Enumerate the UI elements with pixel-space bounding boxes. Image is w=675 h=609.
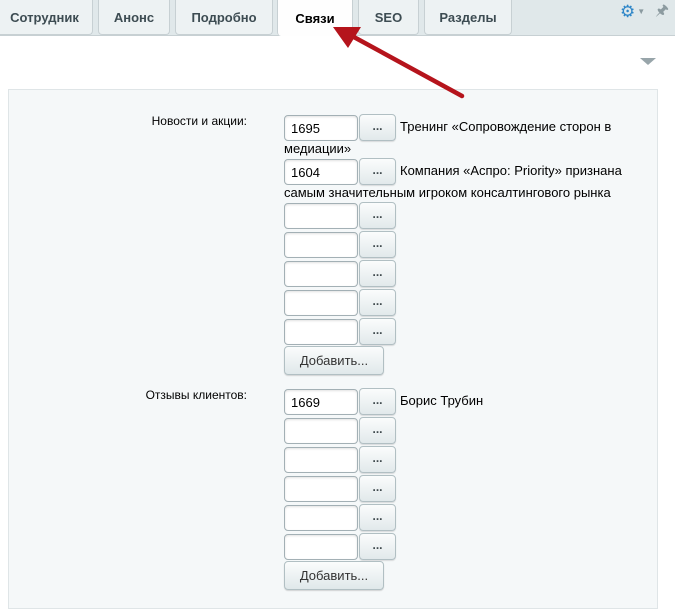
reviews-add-button[interactable]: Добавить... xyxy=(284,561,384,590)
news-add-button[interactable]: Добавить... xyxy=(284,346,384,375)
reviews-linked-title-1: Борис Трубин xyxy=(400,393,484,408)
reviews-browse-button-1[interactable]: ... xyxy=(359,388,396,415)
links-form-panel: Новости и акции: ... Тренинг «Сопровожде… xyxy=(8,89,658,609)
news-id-input-4[interactable] xyxy=(284,232,358,258)
news-browse-button-5[interactable]: ... xyxy=(359,260,396,287)
reviews-browse-button-6[interactable]: ... xyxy=(359,533,396,560)
news-field-label: Новости и акции: xyxy=(151,114,247,128)
news-browse-button-7[interactable]: ... xyxy=(359,318,396,345)
pin-icon[interactable]: 🖈 xyxy=(655,0,669,25)
reviews-id-input-2[interactable] xyxy=(284,418,358,444)
chevron-down-icon: ▼ xyxy=(637,7,646,16)
news-id-input-7[interactable] xyxy=(284,319,358,345)
tab-details[interactable]: Подробно xyxy=(175,0,273,35)
news-id-input-3[interactable] xyxy=(284,203,358,229)
news-linked-title-1: Тренинг «Сопровождение сторон в медиации… xyxy=(284,119,612,156)
news-id-input-6[interactable] xyxy=(284,290,358,316)
news-browse-button-4[interactable]: ... xyxy=(359,231,396,258)
news-id-input-5[interactable] xyxy=(284,261,358,287)
tab-bar: Сотрудник Анонс Подробно Связи SEO Разде… xyxy=(0,0,675,36)
news-linked-title-2: Компания «Аспро: Priority» признана самы… xyxy=(284,163,622,200)
tab-sections[interactable]: Разделы xyxy=(424,0,512,35)
tab-seo[interactable]: SEO xyxy=(358,0,419,35)
reviews-id-input-3[interactable] xyxy=(284,447,358,473)
reviews-id-input-1[interactable] xyxy=(284,389,358,415)
settings-gear-icon[interactable]: ⚙ ▼ xyxy=(620,3,645,21)
news-browse-button-6[interactable]: ... xyxy=(359,289,396,316)
reviews-field-label: Отзывы клиентов: xyxy=(145,388,247,402)
reviews-id-input-4[interactable] xyxy=(284,476,358,502)
news-browse-button-3[interactable]: ... xyxy=(359,202,396,229)
reviews-id-input-5[interactable] xyxy=(284,505,358,531)
reviews-browse-button-3[interactable]: ... xyxy=(359,446,396,473)
collapse-toggle-icon[interactable] xyxy=(640,58,656,65)
reviews-id-input-6[interactable] xyxy=(284,534,358,560)
tab-bar-tools: ⚙ ▼ 🖈 xyxy=(620,2,669,21)
tab-employee[interactable]: Сотрудник xyxy=(0,0,93,35)
reviews-browse-button-4[interactable]: ... xyxy=(359,475,396,502)
reviews-browse-button-5[interactable]: ... xyxy=(359,504,396,531)
reviews-browse-button-2[interactable]: ... xyxy=(359,417,396,444)
tab-announce[interactable]: Анонс xyxy=(98,0,170,35)
tab-links[interactable]: Связи xyxy=(277,0,353,36)
